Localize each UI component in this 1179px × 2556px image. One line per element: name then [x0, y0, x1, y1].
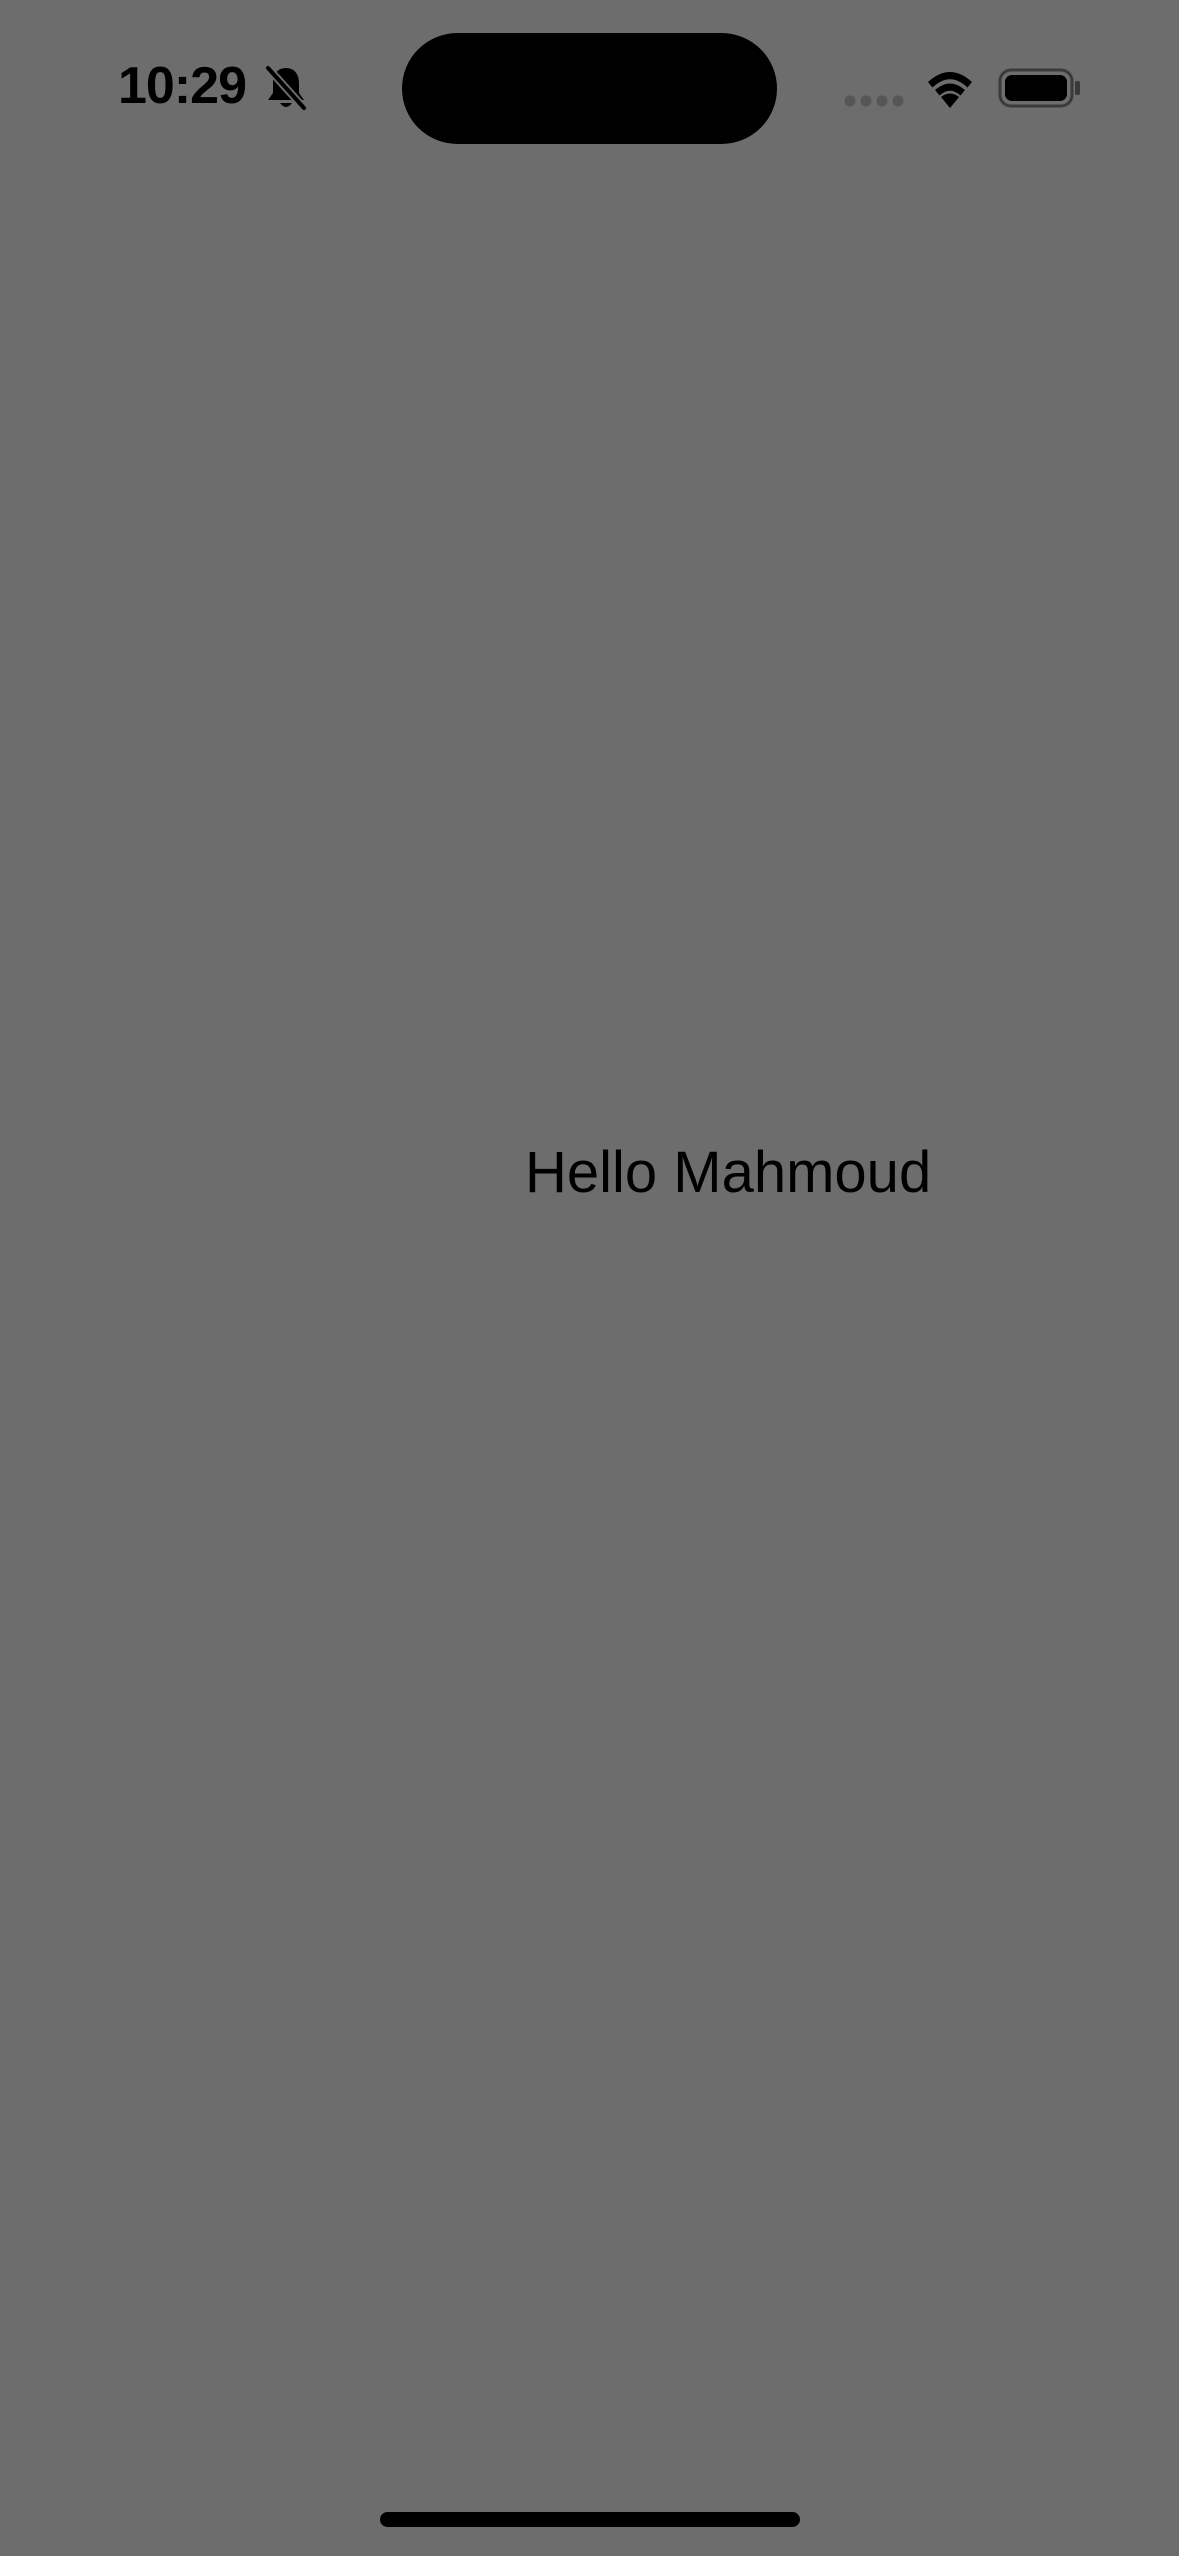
dynamic-island [402, 33, 777, 144]
status-bar: 10:29 [0, 0, 1179, 180]
status-time: 10:29 [118, 57, 247, 115]
home-indicator[interactable] [380, 2512, 800, 2527]
cellular-signal-icon [844, 95, 904, 107]
app-screen: 10:29 Hello Mahmoud [0, 0, 1179, 2556]
battery-full-icon [998, 68, 1080, 108]
wifi-icon [928, 72, 972, 108]
bell-slash-icon [265, 65, 307, 111]
greeting-text: Hello Mahmoud [525, 1140, 932, 1205]
